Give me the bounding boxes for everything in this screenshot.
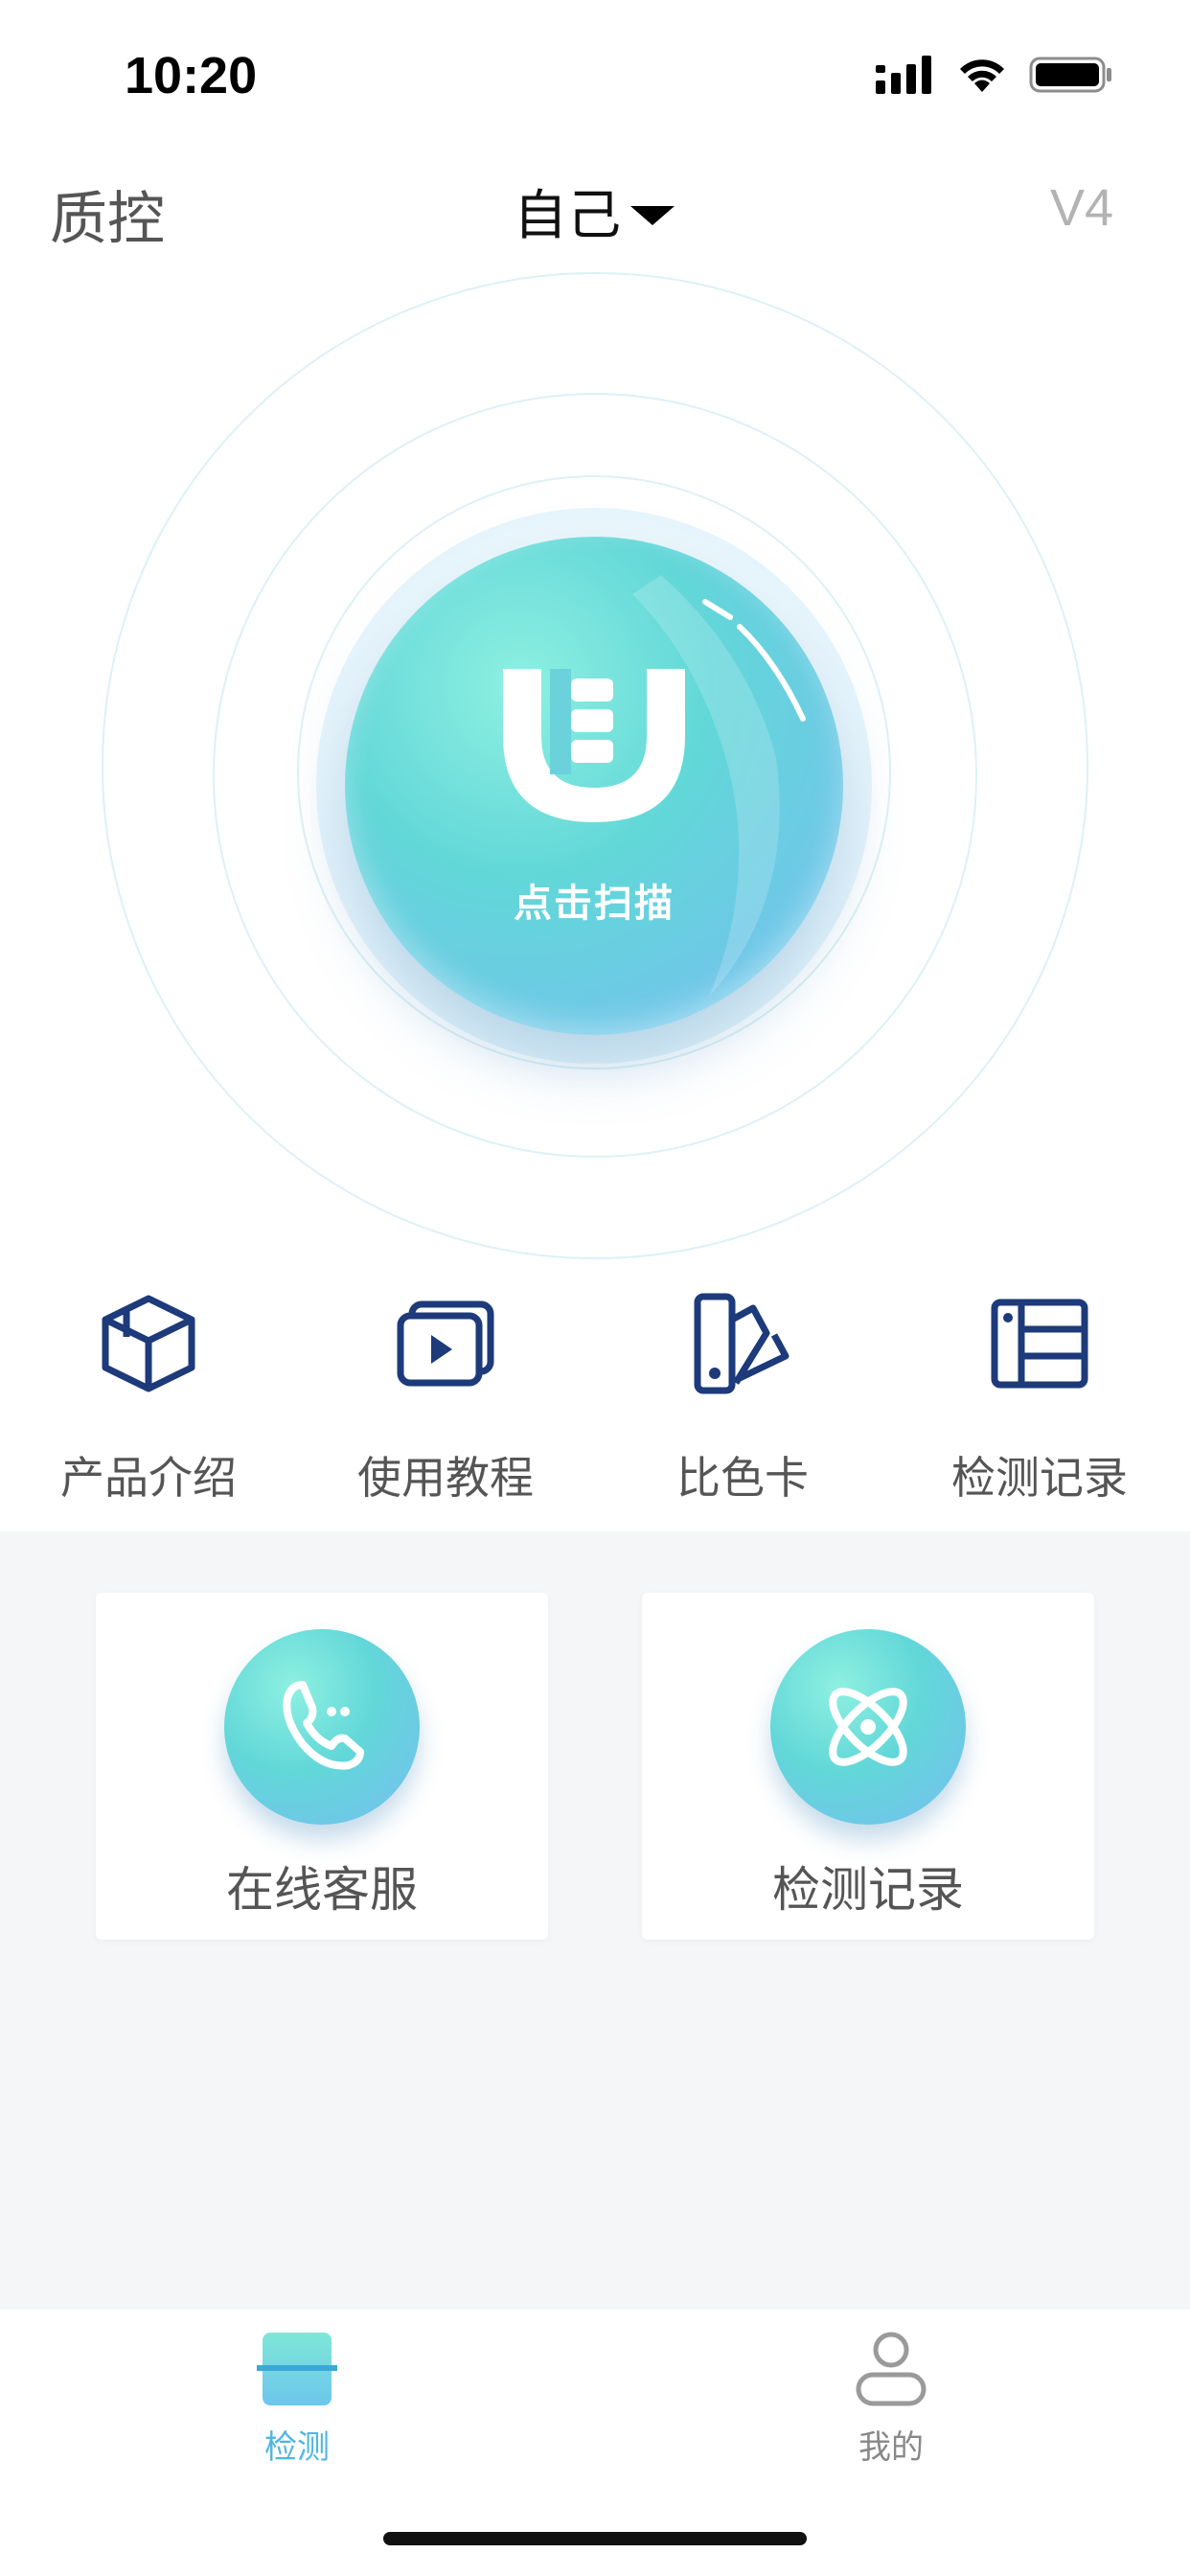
profile-selector-label: 自己 bbox=[514, 185, 621, 247]
card-label: 检测记录 bbox=[772, 1862, 964, 1918]
caret-down-icon bbox=[629, 180, 676, 242]
quick-link-records[interactable]: 检测记录 bbox=[891, 1275, 1188, 1533]
atom-icon bbox=[829, 1688, 907, 1766]
card-icon-wrap bbox=[224, 1629, 420, 1825]
scan-logo-icon bbox=[503, 575, 806, 997]
quick-link-tutorial[interactable]: 使用教程 bbox=[297, 1275, 594, 1533]
profile-selector[interactable]: 自己 bbox=[0, 172, 1190, 250]
user-icon bbox=[856, 2332, 927, 2406]
quick-link-product-intro[interactable]: 产品介绍 bbox=[0, 1275, 297, 1533]
list-icon bbox=[991, 1299, 1088, 1389]
card-icon-wrap bbox=[770, 1629, 966, 1825]
card-online-service[interactable]: 在线客服 bbox=[96, 1593, 548, 1940]
home-indicator bbox=[383, 2532, 807, 2545]
tab-label: 检测 bbox=[264, 2428, 330, 2467]
status-bar: 10:20 bbox=[0, 0, 1190, 153]
scan-tab-icon bbox=[257, 2333, 337, 2405]
scan-label: 点击扫描 bbox=[514, 882, 675, 926]
wifi-icon bbox=[956, 56, 1008, 98]
battery-icon bbox=[1029, 56, 1113, 98]
service-section: 在线客服 检测记录 bbox=[0, 1531, 1190, 2310]
quick-links: 产品介绍 使用教程 比色卡 检测记录 bbox=[0, 1275, 1190, 1533]
scan-button[interactable]: 点击扫描 bbox=[345, 537, 843, 1035]
quick-link-label: 使用教程 bbox=[357, 1452, 534, 1504]
tab-mine[interactable]: 我的 bbox=[747, 2329, 1035, 2468]
phone-icon bbox=[283, 1681, 364, 1770]
quick-link-color-card[interactable]: 比色卡 bbox=[594, 1275, 891, 1533]
scan-area: 点击扫描 bbox=[0, 272, 1190, 1275]
video-icon bbox=[397, 1300, 494, 1387]
status-icons bbox=[876, 56, 1113, 98]
color-card-icon bbox=[694, 1293, 790, 1394]
quick-link-label: 检测记录 bbox=[951, 1452, 1128, 1504]
signal-icon bbox=[876, 56, 935, 98]
quick-link-label: 产品介绍 bbox=[60, 1452, 237, 1504]
quick-link-label: 比色卡 bbox=[676, 1452, 809, 1504]
card-label: 在线客服 bbox=[226, 1862, 418, 1918]
top-nav: 质控 自己 V4 bbox=[0, 163, 1190, 259]
status-time: 10:20 bbox=[125, 47, 258, 104]
box-icon bbox=[102, 1295, 195, 1392]
version-label[interactable]: V4 bbox=[1050, 178, 1113, 238]
tab-detect[interactable]: 检测 bbox=[153, 2329, 441, 2468]
card-records[interactable]: 检测记录 bbox=[642, 1593, 1094, 1940]
tab-label: 我的 bbox=[858, 2428, 924, 2467]
